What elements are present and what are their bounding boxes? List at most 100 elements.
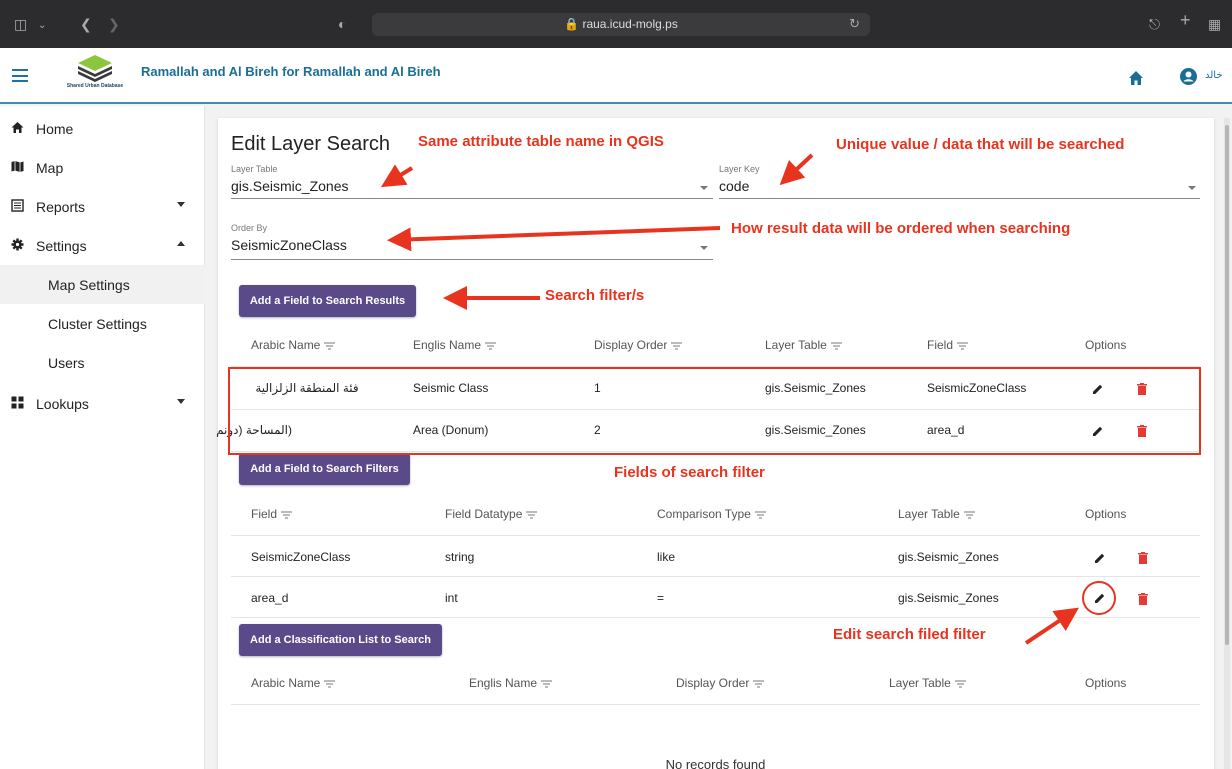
sort-icon xyxy=(485,342,497,350)
reload-icon[interactable]: ↻ xyxy=(849,16,860,32)
share-icon[interactable]: ⎋ xyxy=(1149,16,1160,32)
annotation-text: Fields of search filter xyxy=(614,464,765,481)
forward-icon[interactable]: ❯ xyxy=(108,16,120,32)
annotation-text: Edit search filed filter xyxy=(833,626,986,643)
layer-table-label: Layer Table xyxy=(231,164,278,174)
home-icon xyxy=(11,122,24,133)
column-header[interactable]: Display Order xyxy=(594,338,683,352)
sidebar: Home Map Reports Settings Map Settings C… xyxy=(0,106,205,769)
layer-table-cell: gis.Seismic_Zones xyxy=(898,591,999,605)
sidebar-item-lookups[interactable]: Lookups xyxy=(0,384,205,423)
address-bar[interactable]: 🔒 raua.icud-molg.ps ↻ xyxy=(372,13,870,36)
search-filters-table: Field Field Datatype Comparison Type Lay… xyxy=(231,491,1200,618)
sidebar-item-users[interactable]: Users xyxy=(0,343,205,382)
home-button-icon[interactable] xyxy=(1128,70,1144,86)
sidebar-toggle-icon[interactable]: ◫ xyxy=(14,16,27,32)
annotation-text: Search filter/s xyxy=(545,287,645,304)
url-text: raua.icud-molg.ps xyxy=(582,17,678,31)
column-header: Options xyxy=(1085,676,1127,690)
tab-overview-icon[interactable]: ▦ xyxy=(1208,16,1221,32)
page-title: Edit Layer Search xyxy=(231,133,390,155)
sort-icon xyxy=(324,342,336,350)
sort-icon xyxy=(541,680,553,688)
column-header[interactable]: Comparison Type xyxy=(657,507,766,521)
layer-table-cell: gis.Seismic_Zones xyxy=(898,550,999,564)
column-header[interactable]: Field xyxy=(927,338,969,352)
empty-state-text: No records found xyxy=(665,757,766,769)
map-icon xyxy=(11,161,24,172)
privacy-shield-icon[interactable]: ◐ xyxy=(338,16,346,32)
menu-icon[interactable] xyxy=(12,69,28,82)
sort-icon xyxy=(526,511,538,519)
comparison-type-cell: like xyxy=(657,550,676,564)
results-fields-highlight-box xyxy=(228,367,1201,455)
chevron-up-icon xyxy=(177,241,185,246)
header-title: Ramallah and Al Bireh for Ramallah and A… xyxy=(141,64,441,79)
sort-icon xyxy=(753,680,765,688)
sidebar-item-home[interactable]: Home xyxy=(0,109,205,148)
chevron-down-icon[interactable] xyxy=(1188,186,1196,190)
chevron-down-icon[interactable] xyxy=(700,246,708,250)
column-header[interactable]: Field Datatype xyxy=(445,507,538,521)
add-search-result-field-button[interactable]: Add a Field to Search Results xyxy=(239,285,416,317)
lock-icon: 🔒 xyxy=(564,17,580,31)
column-header[interactable]: Englis Name xyxy=(413,338,497,352)
add-search-filter-field-button[interactable]: Add a Field to Search Filters xyxy=(239,453,410,485)
gear-icon xyxy=(11,238,24,251)
column-header: Options xyxy=(1085,338,1127,352)
user-account-icon[interactable] xyxy=(1180,68,1197,85)
column-header[interactable]: Layer Table xyxy=(765,338,842,352)
column-header: Options xyxy=(1085,507,1127,521)
sidebar-item-map[interactable]: Map xyxy=(0,148,205,187)
order-by-label: Order By xyxy=(231,223,268,233)
chevron-down-icon[interactable]: ⌄ xyxy=(38,18,46,34)
datatype-cell: int xyxy=(445,591,458,605)
table-header: Arabic Name Englis Name Display Order La… xyxy=(231,660,1200,705)
delete-icon[interactable] xyxy=(1138,552,1148,564)
sort-icon xyxy=(671,342,683,350)
annotation-text: Unique value / data that will be searche… xyxy=(836,136,1125,153)
scrollbar-thumb[interactable] xyxy=(1225,125,1229,645)
logo-text: Shared Urban Database xyxy=(66,83,124,89)
lookups-icon xyxy=(11,396,24,409)
chevron-down-icon xyxy=(177,399,185,404)
user-name[interactable]: خالد xyxy=(1205,70,1223,81)
sidebar-item-cluster-settings[interactable]: Cluster Settings xyxy=(0,304,205,343)
column-header[interactable]: Englis Name xyxy=(469,676,553,690)
datatype-cell: string xyxy=(445,550,475,564)
annotation-text: How result data will be ordered when sea… xyxy=(731,220,1071,237)
sort-icon xyxy=(281,511,293,519)
new-tab-icon[interactable]: + xyxy=(1180,11,1191,29)
column-header[interactable]: Layer Table xyxy=(889,676,966,690)
table-header: Field Field Datatype Comparison Type Lay… xyxy=(231,491,1200,536)
chevron-down-icon[interactable] xyxy=(700,186,708,190)
sidebar-item-settings[interactable]: Settings xyxy=(0,226,205,265)
delete-icon[interactable] xyxy=(1138,593,1148,605)
column-header[interactable]: Arabic Name xyxy=(251,676,336,690)
browser-toolbar: ◫ ⌄ ❮ ❯ ◐ 🔒 raua.icud-molg.ps ↻ ⎋ + ▦ xyxy=(0,0,1232,48)
column-header[interactable]: Layer Table xyxy=(898,507,975,521)
comparison-type-cell: = xyxy=(657,591,665,605)
column-header[interactable]: Arabic Name xyxy=(251,338,336,352)
table-row: SeismicZoneClass string like gis.Seismic… xyxy=(231,536,1200,577)
table-row: area_d int = gis.Seismic_Zones xyxy=(231,577,1200,618)
reports-icon xyxy=(11,199,24,212)
sort-icon xyxy=(324,680,336,688)
table-header: Arabic Name Englis Name Display Order La… xyxy=(231,322,1200,367)
add-classification-list-button[interactable]: Add a Classification List to Search xyxy=(239,624,442,656)
classification-table: Arabic Name Englis Name Display Order La… xyxy=(231,660,1200,769)
layer-key-label: Layer Key xyxy=(719,164,760,174)
back-icon[interactable]: ❮ xyxy=(80,16,92,32)
sort-icon xyxy=(957,342,969,350)
sidebar-item-reports[interactable]: Reports xyxy=(0,187,205,226)
layer-table-select[interactable]: gis.Seismic_Zones xyxy=(231,178,349,194)
edit-icon[interactable] xyxy=(1094,552,1106,564)
field-cell: SeismicZoneClass xyxy=(251,550,351,564)
sort-icon xyxy=(963,511,975,519)
edit-highlight-circle xyxy=(1082,581,1116,615)
layer-key-select[interactable]: code xyxy=(719,178,749,194)
sidebar-item-map-settings[interactable]: Map Settings xyxy=(0,265,205,304)
column-header[interactable]: Display Order xyxy=(676,676,765,690)
order-by-select[interactable]: SeismicZoneClass xyxy=(231,237,347,253)
column-header[interactable]: Field xyxy=(251,507,293,521)
